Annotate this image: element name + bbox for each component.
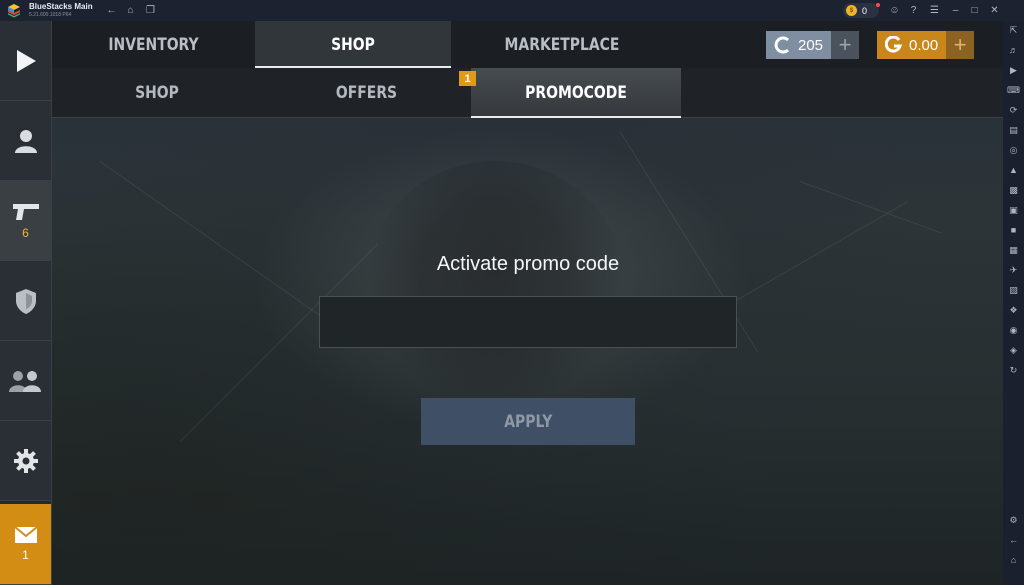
bluestacks-coins[interactable]: $ 0	[843, 3, 879, 18]
skull-emblem-background	[365, 161, 625, 411]
silver-amount: 205	[798, 36, 824, 54]
nav-profile[interactable]	[0, 101, 51, 181]
add-silver-button[interactable]: +	[831, 31, 860, 59]
multi-window-icon[interactable]: ❐	[144, 4, 157, 17]
screenshot-icon[interactable]: ▣	[1007, 204, 1020, 217]
sub-tab-bar: SHOP OFFERS 1 PROMOCODE	[52, 68, 1003, 118]
home-icon[interactable]: ⌂	[124, 4, 137, 17]
scratch-texture	[99, 161, 347, 334]
scratch-texture	[799, 181, 942, 234]
weapons-badge: 6	[22, 225, 29, 240]
rotate-icon[interactable]: ⟳	[1007, 104, 1020, 117]
menu-icon[interactable]: ☰	[928, 4, 941, 17]
pistol-icon	[12, 203, 39, 220]
promo-title: Activate promo code	[436, 253, 620, 275]
coin-count: 0	[862, 5, 868, 16]
performance-icon[interactable]: ▩	[1007, 184, 1020, 197]
layers-icon[interactable]: ◈	[1007, 344, 1020, 357]
subtab-promocode[interactable]: PROMOCODE	[490, 68, 662, 118]
nav-mail[interactable]: 1	[0, 504, 51, 585]
tab-shop[interactable]: SHOP	[273, 21, 434, 68]
volume-icon[interactable]: ♬	[1007, 44, 1020, 57]
maximize-icon[interactable]: □	[968, 4, 981, 17]
apply-label: APPLY	[503, 411, 553, 432]
bluestacks-logo-icon	[8, 4, 20, 18]
gamepad-icon[interactable]: ▲	[1007, 164, 1020, 177]
keyboard-icon[interactable]: ⌨	[1007, 84, 1020, 97]
game-side-nav: 6 1	[0, 21, 52, 585]
profile-icon	[14, 129, 37, 153]
nav-friends[interactable]	[0, 341, 51, 421]
notification-dot	[876, 3, 880, 7]
title-bar: BlueStacks Main 5.21.600.1018 P64 ← ⌂ ❐ …	[0, 0, 1024, 21]
nav-play[interactable]	[0, 21, 51, 101]
location-icon[interactable]: ◉	[1007, 324, 1020, 337]
tab-marketplace[interactable]: MARKETPLACE	[471, 21, 653, 68]
promo-code-input[interactable]	[319, 296, 737, 348]
airplane-icon[interactable]: ✈	[1007, 264, 1020, 277]
back-icon[interactable]: ←	[1007, 534, 1020, 547]
record-icon[interactable]: ■	[1007, 224, 1020, 237]
silver-coin-icon	[774, 36, 790, 54]
sync-icon[interactable]: ↻	[1007, 364, 1020, 377]
add-gold-button[interactable]: +	[946, 31, 975, 59]
account-icon[interactable]: ☺	[888, 4, 901, 17]
game-viewport: 6 1 INVENTORY SHOP MARKETPLACE 205 + 0.0…	[0, 21, 1003, 585]
fullscreen-icon[interactable]: ⇱	[1007, 24, 1020, 37]
folder-icon[interactable]: ▧	[1007, 284, 1020, 297]
gold-amount: 0.00	[909, 36, 939, 54]
bluestacks-side-toolbar: ⇱ ♬ ▶ ⌨ ⟳ ▤ ◎ ▲ ▩ ▣ ■ ▦ ✈ ▧ ❖ ◉ ◈ ↻ ⚙ ← …	[1003, 21, 1024, 585]
coin-icon: $	[846, 5, 857, 16]
window-version: 5.21.600.1018 P64	[29, 12, 72, 18]
settings-gear-icon[interactable]: ⚙	[1007, 514, 1020, 527]
play-icon	[16, 49, 36, 72]
mail-icon	[13, 526, 38, 543]
apply-button[interactable]: APPLY	[421, 398, 635, 445]
subtab-offers[interactable]: OFFERS	[281, 68, 452, 118]
tab-inventory[interactable]: INVENTORY	[70, 21, 236, 68]
window-title: BlueStacks Main	[29, 2, 93, 11]
help-icon[interactable]: ?	[907, 4, 920, 17]
eco-mode-icon[interactable]: ❖	[1007, 304, 1020, 317]
gold-currency: 0.00 +	[877, 31, 975, 59]
offers-badge: 1	[459, 71, 476, 86]
macro-icon[interactable]: ▤	[1007, 124, 1020, 137]
shake-icon[interactable]: ◎	[1007, 144, 1020, 157]
top-tab-bar: INVENTORY SHOP MARKETPLACE 205 + 0.00 +	[52, 21, 1003, 68]
gold-balance: 0.00	[877, 31, 947, 59]
media-icon[interactable]: ▶	[1007, 64, 1020, 77]
settings-icon	[13, 448, 38, 473]
gold-coin-icon	[885, 36, 903, 53]
silver-balance: 205	[766, 31, 832, 59]
silver-currency: 205 +	[766, 31, 860, 59]
nav-settings[interactable]	[0, 421, 51, 501]
clan-shield-icon	[15, 288, 36, 314]
minimize-icon[interactable]: –	[949, 4, 962, 17]
nav-clan[interactable]	[0, 261, 51, 341]
close-icon[interactable]: ✕	[988, 4, 1001, 17]
gallery-icon[interactable]: ▦	[1007, 244, 1020, 257]
friends-icon	[8, 370, 41, 392]
back-arrow-icon[interactable]: ←	[105, 4, 118, 17]
nav-weapons[interactable]: 6	[0, 181, 51, 261]
home-button-icon[interactable]: ⌂	[1007, 554, 1020, 567]
mail-badge: 1	[22, 548, 29, 562]
subtab-shop[interactable]: SHOP	[71, 68, 243, 118]
